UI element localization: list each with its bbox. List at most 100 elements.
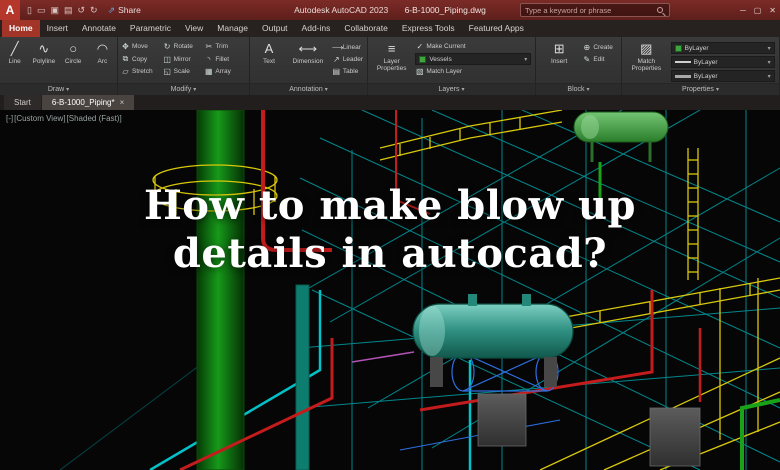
teal-vessel: [412, 294, 574, 387]
tab-output[interactable]: Output: [255, 20, 295, 37]
search-icon[interactable]: [657, 7, 663, 13]
create-block-button[interactable]: ⊕ Create: [582, 43, 612, 52]
ribbon-tab-bar: Home Insert Annotate Parametric View Man…: [0, 20, 780, 37]
open-file-icon[interactable]: ▭: [37, 5, 46, 16]
panel-draw-label: Draw: [47, 86, 65, 93]
red-pipes: [179, 110, 702, 470]
edit-block-button[interactable]: ✎ Edit: [582, 55, 613, 64]
mirror-label: Mirror: [173, 55, 191, 63]
scale-button[interactable]: ◱ Scale: [163, 67, 205, 76]
polyline-button[interactable]: ∿ Polyline: [29, 39, 58, 65]
drawing-canvas[interactable]: [-][Custom View][Shaded (Fast)] How to m…: [0, 110, 780, 470]
tab-express-tools[interactable]: Express Tools: [395, 20, 462, 37]
mirror-button[interactable]: ◫ Mirror: [163, 54, 205, 64]
panel-properties: ▨ Match Properties ByLayer ▾ ByLayer ▾ B…: [622, 37, 780, 95]
trim-label: Trim: [215, 43, 229, 50]
file-tab-bar: Start 6-B-1000_Piping* ×: [0, 95, 780, 110]
chevron-down-icon: ▾: [586, 87, 590, 93]
panel-block-footer[interactable]: Block ▾: [536, 83, 621, 95]
share-icon: ⇗: [107, 4, 116, 15]
layer-properties-button[interactable]: ≡ Layer Properties: [372, 39, 412, 72]
viewport-menu-control[interactable]: [-]: [6, 114, 13, 123]
visual-style-control[interactable]: [Shaded (Fast)]: [67, 114, 122, 123]
view-control[interactable]: [Custom View]: [14, 114, 65, 123]
chevron-down-icon: ▾: [461, 87, 465, 93]
panel-annotation-footer[interactable]: Annotation ▾: [250, 83, 367, 95]
edit-block-icon: ✎: [583, 55, 591, 64]
tab-annotate[interactable]: Annotate: [75, 20, 123, 37]
teal-riser-pipe: [295, 284, 310, 470]
chevron-down-icon: ▾: [524, 56, 528, 63]
titlebar: A ▯ ▭ ▣ ▤ ↺ ↻ ⇗ Share Autodesk AutoCAD 2…: [0, 0, 780, 20]
line-icon: ╱: [10, 41, 19, 56]
object-color-select[interactable]: ByLayer ▾: [670, 42, 775, 54]
autocad-logo[interactable]: A: [0, 0, 20, 20]
line-button[interactable]: ╱ Line: [0, 39, 29, 65]
circle-button[interactable]: ○ Circle: [59, 39, 88, 65]
tab-featured-apps[interactable]: Featured Apps: [462, 20, 531, 37]
mirror-icon: ◫: [163, 54, 171, 64]
panel-properties-footer[interactable]: Properties ▾: [622, 83, 779, 95]
table-button[interactable]: ▤ Table: [332, 67, 363, 76]
panel-layers-footer[interactable]: Layers ▾: [368, 83, 535, 95]
arc-button[interactable]: ◠ Arc: [88, 39, 117, 65]
layer-select[interactable]: Vessels ▾: [415, 53, 532, 65]
tab-parametric[interactable]: Parametric: [123, 20, 178, 37]
make-current-button[interactable]: ✓ Make Current: [415, 42, 531, 51]
save-icon[interactable]: ▣: [50, 5, 59, 16]
tab-manage[interactable]: Manage: [210, 20, 255, 37]
match-properties-button[interactable]: ▨ Match Properties: [626, 39, 666, 72]
copy-icon: ⧉: [122, 54, 129, 63]
tab-start[interactable]: Start: [4, 95, 41, 110]
piping-model-drawing: [59, 110, 780, 470]
copy-label: Copy: [132, 55, 148, 63]
chevron-down-icon: ▾: [767, 59, 771, 66]
quick-access-toolbar: ▯ ▭ ▣ ▤ ↺ ↻: [27, 5, 98, 16]
copy-button[interactable]: ⧉ Copy: [121, 54, 163, 64]
minimize-button[interactable]: ─: [740, 6, 746, 15]
panel-draw-footer[interactable]: Draw ▾: [0, 83, 117, 95]
fillet-button[interactable]: ◝ Fillet: [204, 54, 246, 64]
match-properties-label: Match Properties: [631, 58, 662, 73]
maximize-button[interactable]: ▢: [754, 6, 762, 15]
circle-icon: ○: [69, 41, 78, 56]
plot-icon[interactable]: ▤: [64, 5, 73, 16]
close-tab-icon[interactable]: ×: [120, 98, 125, 107]
tab-drawing[interactable]: 6-B-1000_Piping* ×: [41, 95, 135, 110]
document-title: 6-B-1000_Piping.dwg: [404, 5, 486, 15]
array-button[interactable]: ▦ Array: [204, 67, 246, 76]
layer-properties-label: Layer Properties: [376, 58, 407, 73]
linetype-select[interactable]: ByLayer ▾: [670, 56, 775, 68]
leader-button[interactable]: ↗ Leader: [332, 55, 363, 64]
linear-button[interactable]: ⟶ Linear: [332, 43, 363, 52]
tab-home[interactable]: Home: [2, 20, 40, 37]
panel-modify-footer[interactable]: Modify ▾: [118, 83, 249, 95]
undo-icon[interactable]: ↺: [78, 5, 86, 16]
autocad-logo-letter: A: [5, 3, 15, 17]
move-button[interactable]: ✥ Move: [121, 42, 163, 51]
tab-addins[interactable]: Add-ins: [295, 20, 338, 37]
viewport-controls: [-][Custom View][Shaded (Fast)]: [6, 114, 123, 123]
stretch-button[interactable]: ▱ Stretch: [121, 67, 163, 76]
search-input[interactable]: [521, 5, 657, 15]
match-layer-button[interactable]: ▧ Match Layer: [415, 67, 531, 76]
ribbon: ╱ Line ∿ Polyline ○ Circle ◠ Arc Draw▾: [0, 37, 780, 95]
close-button[interactable]: ✕: [769, 6, 776, 15]
lineweight-select[interactable]: ByLayer ▾: [670, 70, 775, 82]
tab-insert[interactable]: Insert: [40, 20, 75, 37]
tab-collaborate[interactable]: Collaborate: [337, 20, 394, 37]
share-button[interactable]: ⇗ Share: [108, 5, 141, 16]
make-current-label: Make Current: [426, 43, 466, 50]
insert-block-button[interactable]: ⊞ Insert: [544, 39, 574, 65]
panel-annotation: A Text ⟷ Dimension ⟶ Linear ↗ Leader ▤ Tabl…: [250, 37, 368, 95]
redo-icon[interactable]: ↻: [90, 5, 98, 16]
polyline-icon: ∿: [38, 41, 50, 56]
tab-view[interactable]: View: [178, 20, 210, 37]
object-color-label: ByLayer: [684, 44, 709, 52]
dimension-button[interactable]: ⟷ Dimension: [288, 39, 328, 65]
text-button[interactable]: A Text: [254, 39, 284, 65]
rotate-button[interactable]: ↻ Rotate: [163, 42, 205, 51]
trim-button[interactable]: ✂ Trim: [204, 42, 246, 51]
app-title: Autodesk AutoCAD 2023: [294, 5, 389, 15]
new-file-icon[interactable]: ▯: [27, 5, 32, 16]
